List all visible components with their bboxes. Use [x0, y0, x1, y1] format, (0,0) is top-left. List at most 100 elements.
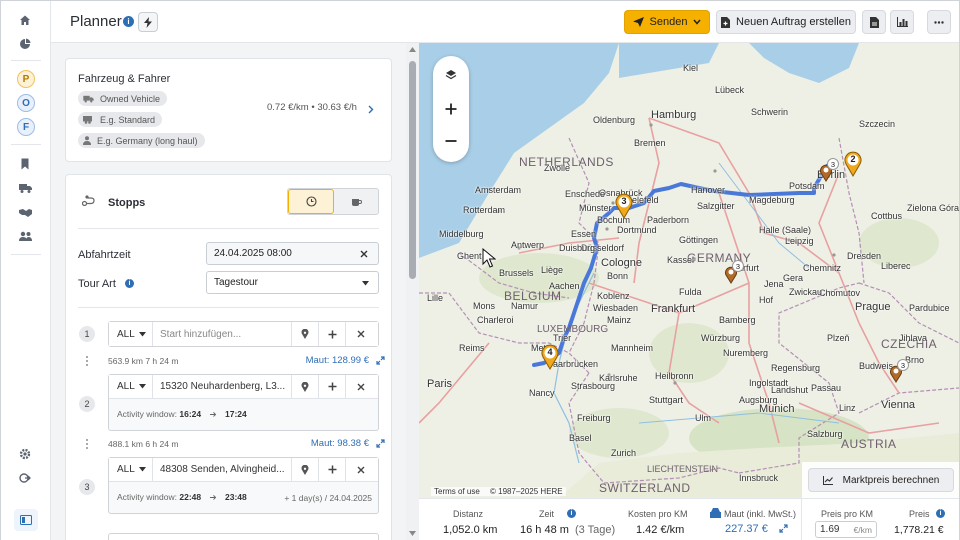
stop-filter[interactable]: ALL	[109, 322, 153, 346]
document-icon	[869, 16, 879, 28]
stops-title: Stopps	[108, 197, 146, 209]
send-label: Senden	[649, 16, 688, 28]
caret-down-icon	[139, 331, 146, 336]
trailer-icon	[83, 115, 92, 124]
price-km-value: 1.69	[820, 524, 840, 535]
stop-filter[interactable]: ALL	[109, 374, 153, 399]
home-icon[interactable]	[15, 10, 35, 30]
city-label: Chomutov	[819, 288, 861, 298]
activity-window-to: 17:24	[225, 409, 247, 419]
terms-link[interactable]: Terms of use	[434, 487, 480, 496]
truck-icon[interactable]	[15, 178, 35, 198]
city-label: Schwerin	[751, 107, 789, 117]
stop-4-partial	[108, 533, 379, 540]
layers-button[interactable]	[433, 62, 469, 88]
left-rail: P O F	[1, 1, 51, 540]
city-label: Würzburg	[701, 333, 741, 343]
new-order-button[interactable]: Neuen Auftrag erstellen	[716, 10, 856, 34]
stop-filter[interactable]: ALL	[109, 457, 153, 482]
tour-info-icon[interactable]: i	[125, 279, 134, 288]
standard-tag: E.g. Standard	[78, 112, 163, 127]
remove-stop-button[interactable]	[346, 322, 376, 346]
price-label: Preis	[909, 509, 930, 519]
city-label: Wiesbaden	[593, 303, 639, 313]
route-map[interactable]: NETHERLANDS BELGIUM LUXEMBOURG GERMANY C…	[419, 43, 959, 498]
stop-address[interactable]: 48308 Senden, Alvingheid...	[153, 457, 292, 482]
tour-type-select[interactable]: Tagestour	[206, 271, 379, 294]
location-pin-button[interactable]	[292, 374, 319, 399]
bolt-button[interactable]	[138, 12, 158, 32]
city-label: Aachen	[549, 281, 580, 291]
leg-toll[interactable]: Maut: 128.99 €	[306, 355, 369, 366]
stop-marker[interactable]: 4	[541, 344, 559, 370]
add-stop-button[interactable]	[319, 374, 346, 399]
app-window: P O F Planner i Senden Neuen Auftrag ers…	[0, 0, 960, 540]
leg-toll[interactable]: Maut: 98.38 €	[311, 438, 369, 449]
toll-value[interactable]: 227.37 €	[725, 523, 768, 535]
stop-marker[interactable]: 2	[844, 151, 862, 177]
map-controls	[433, 56, 469, 162]
workspace-f[interactable]: F	[17, 118, 35, 136]
add-stop-button[interactable]	[319, 457, 346, 482]
zoom-in-button[interactable]	[433, 96, 469, 122]
city-label: Mons	[473, 301, 496, 311]
panel-scrollbar[interactable]	[406, 43, 419, 540]
scroll-up-icon[interactable]	[409, 47, 416, 52]
city-label: Stuttgart	[649, 395, 684, 405]
cluster-marker[interactable]: 3	[889, 359, 909, 391]
stops-card: Stopps Abfahrtzeit 24.04.2025 08:00 Tour…	[65, 174, 392, 540]
activity-window-from: 16:24	[179, 409, 202, 419]
add-stop-button[interactable]	[319, 322, 346, 346]
route-icon	[82, 195, 95, 206]
clock-mode-button[interactable]	[288, 189, 334, 214]
clear-icon[interactable]	[360, 250, 368, 258]
remove-stop-button[interactable]	[346, 375, 376, 399]
new-file-icon	[721, 16, 731, 28]
pie-chart-icon[interactable]	[15, 34, 35, 54]
city-label: Pardubice	[909, 303, 950, 313]
stop-address[interactable]: 15320 Neuhardenberg, L3...	[153, 374, 292, 399]
location-pin-button[interactable]	[292, 322, 319, 346]
workspace-p[interactable]: P	[17, 70, 35, 88]
stop-marker[interactable]: 3	[615, 193, 633, 219]
stats-button[interactable]	[890, 10, 914, 34]
city-label: Duisburg	[559, 243, 596, 253]
price-km-input[interactable]: 1.69 €/km	[815, 521, 877, 538]
expand-icon[interactable]	[376, 439, 385, 448]
send-button[interactable]: Senden	[624, 10, 710, 34]
sidebar-toggle-icon[interactable]	[14, 509, 38, 531]
workspace-o[interactable]: O	[17, 94, 35, 112]
departure-field[interactable]: 24.04.2025 08:00	[206, 242, 379, 265]
expand-icon[interactable]	[376, 356, 385, 365]
paper-plane-icon	[632, 17, 644, 27]
expand-icon[interactable]	[779, 524, 788, 533]
scroll-down-icon[interactable]	[409, 531, 416, 536]
more-button[interactable]	[927, 10, 951, 34]
cluster-marker[interactable]: 3	[724, 260, 744, 292]
cluster-marker[interactable]: 3	[819, 158, 839, 190]
city-label: Prague	[855, 301, 891, 313]
stop-2-row: ALL 15320 Neuhardenberg, L3...	[109, 374, 378, 399]
city-label: Augsburg	[739, 395, 778, 405]
city-label: Hof	[759, 295, 774, 305]
document-button[interactable]	[862, 10, 886, 34]
remove-stop-button[interactable]	[346, 458, 376, 482]
vehicle-card[interactable]: Fahrzeug & Fahrer Owned Vehicle E.g. Sta…	[65, 58, 392, 162]
break-mode-button[interactable]	[334, 189, 378, 214]
location-pin-button[interactable]	[292, 457, 319, 482]
scrollbar-thumb[interactable]	[409, 61, 416, 279]
market-price-button[interactable]: Marktpreis berechnen	[808, 468, 954, 492]
settings-icon[interactable]	[15, 444, 35, 464]
chevron-right-icon[interactable]	[368, 105, 374, 114]
users-icon[interactable]	[15, 226, 35, 246]
bookmark-icon[interactable]	[15, 154, 35, 174]
zoom-out-button[interactable]	[433, 128, 469, 154]
time-info-icon[interactable]: i	[567, 509, 576, 518]
price-info-icon[interactable]: i	[936, 509, 945, 518]
info-icon[interactable]: i	[123, 16, 134, 27]
handshake-icon[interactable]	[15, 202, 35, 222]
stop-start-input[interactable]: Start hinzufügen...	[153, 322, 292, 346]
time-value-text: 16 h 48 m	[520, 524, 569, 536]
country-label: LUXEMBOURG	[537, 324, 609, 335]
logout-icon[interactable]	[15, 468, 35, 488]
